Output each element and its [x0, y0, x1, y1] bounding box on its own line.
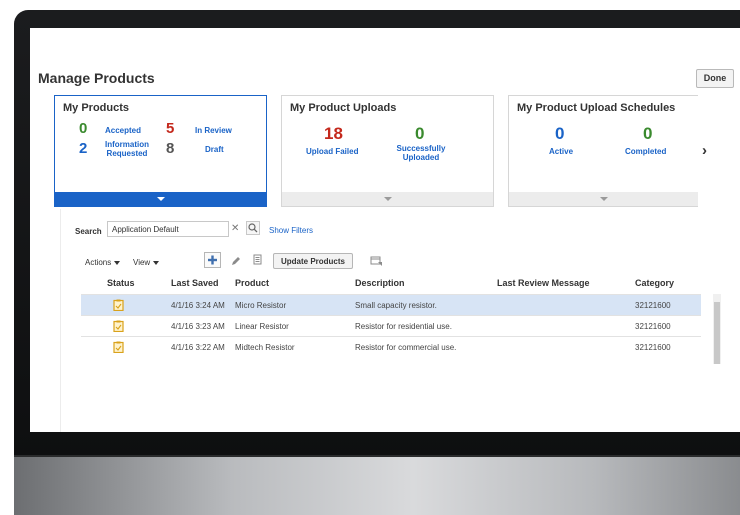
table-row[interactable]: 4/1/16 3:23 AM Linear Resistor Resistor … — [81, 316, 701, 336]
cell-description: Resistor for commercial use. — [355, 343, 457, 352]
completed-count: 0 — [643, 124, 653, 143]
done-button[interactable]: Done — [696, 69, 734, 88]
upload-failed-count: 18 — [324, 124, 343, 143]
upload-success-count: 0 — [415, 124, 425, 143]
pencil-icon[interactable] — [230, 255, 242, 267]
plus-icon — [208, 255, 217, 265]
products-panel: Search ✕ Show Filters Actions View — [60, 209, 721, 432]
col-description[interactable]: Description — [355, 278, 405, 288]
update-products-button[interactable]: Update Products — [273, 253, 353, 269]
accepted-count: 0 — [79, 120, 88, 137]
card-expand-bar[interactable] — [282, 192, 493, 206]
table-header: Status Last Saved Product Description La… — [81, 274, 701, 294]
actions-label: Actions — [85, 258, 112, 267]
card-upload-schedules[interactable]: My Product Upload Schedules 0 Active 0 C… — [508, 95, 698, 207]
cell-category: 32121600 — [635, 343, 671, 352]
search-input[interactable] — [107, 221, 229, 237]
card-expand-bar[interactable] — [55, 192, 266, 206]
in-review-count: 5 — [166, 120, 175, 137]
card-title: My Product Upload Schedules — [517, 102, 676, 114]
table-row[interactable]: 4/1/16 3:22 AM Midtech Resistor Resistor… — [81, 337, 701, 357]
info-requested-count: 2 — [79, 140, 88, 157]
caret-down-icon — [153, 260, 160, 265]
search-button[interactable] — [246, 221, 260, 235]
detach-icon[interactable] — [370, 255, 383, 267]
search-label: Search — [75, 227, 102, 236]
active-count: 0 — [555, 124, 565, 143]
cell-product: Micro Resistor — [235, 301, 287, 310]
chevron-down-icon — [156, 197, 165, 201]
table-row[interactable]: 4/1/16 3:24 AM Micro Resistor Small capa… — [81, 295, 701, 315]
page-title: Manage Products — [38, 70, 155, 86]
accepted-label[interactable]: Accepted — [105, 126, 141, 135]
draft-label[interactable]: Draft — [205, 145, 224, 154]
in-review-label[interactable]: In Review — [195, 126, 232, 135]
completed-label[interactable]: Completed — [625, 147, 666, 156]
card-product-uploads[interactable]: My Product Uploads 18 Upload Failed 0 Su… — [281, 95, 494, 207]
cell-description: Resistor for residential use. — [355, 322, 452, 331]
info-requested-label[interactable]: Information Requested — [101, 140, 153, 158]
draft-status-icon — [113, 320, 124, 332]
cell-last-saved: 4/1/16 3:22 AM — [171, 343, 225, 352]
cell-category: 32121600 — [635, 301, 671, 310]
cell-product: Linear Resistor — [235, 322, 289, 331]
col-last-review-message[interactable]: Last Review Message — [497, 278, 590, 288]
cell-last-saved: 4/1/16 3:23 AM — [171, 322, 225, 331]
search-icon — [248, 223, 258, 233]
caret-down-icon — [114, 260, 121, 265]
card-title: My Product Uploads — [290, 102, 397, 114]
col-status[interactable]: Status — [107, 278, 135, 288]
chevron-down-icon — [599, 197, 608, 201]
col-product[interactable]: Product — [235, 278, 269, 288]
cell-product: Midtech Resistor — [235, 343, 295, 352]
draft-status-icon — [113, 299, 124, 311]
upload-failed-label[interactable]: Upload Failed — [306, 147, 358, 156]
col-category[interactable]: Category — [635, 278, 674, 288]
add-button[interactable] — [204, 252, 221, 268]
card-my-products[interactable]: My Products 0 Accepted 5 In Review 2 Inf… — [54, 95, 267, 207]
view-label: View — [133, 258, 151, 267]
col-last-saved[interactable]: Last Saved — [171, 278, 219, 288]
card-title: My Products — [63, 102, 130, 114]
active-label[interactable]: Active — [549, 147, 573, 156]
upload-success-label[interactable]: Successfully Uploaded — [390, 144, 452, 162]
cell-description: Small capacity resistor. — [355, 301, 437, 310]
draft-count: 8 — [166, 140, 175, 157]
draft-status-icon — [113, 341, 124, 353]
monitor-chin — [14, 455, 740, 515]
card-expand-bar[interactable] — [509, 192, 698, 206]
actions-menu[interactable]: Actions — [85, 258, 121, 267]
cell-category: 32121600 — [635, 322, 671, 331]
clear-icon[interactable]: ✕ — [231, 223, 239, 234]
view-menu[interactable]: View — [133, 258, 160, 267]
cell-last-saved: 4/1/16 3:24 AM — [171, 301, 225, 310]
chevron-down-icon — [383, 197, 392, 201]
mass-edit-icon[interactable] — [251, 254, 263, 266]
app-screen: Manage Products Done My Products 0 Accep… — [30, 28, 740, 432]
chevron-right-icon[interactable]: › — [702, 142, 707, 159]
table-scrollbar[interactable] — [713, 294, 721, 364]
show-filters-link[interactable]: Show Filters — [269, 226, 313, 235]
scrollbar-thumb[interactable] — [714, 302, 720, 364]
